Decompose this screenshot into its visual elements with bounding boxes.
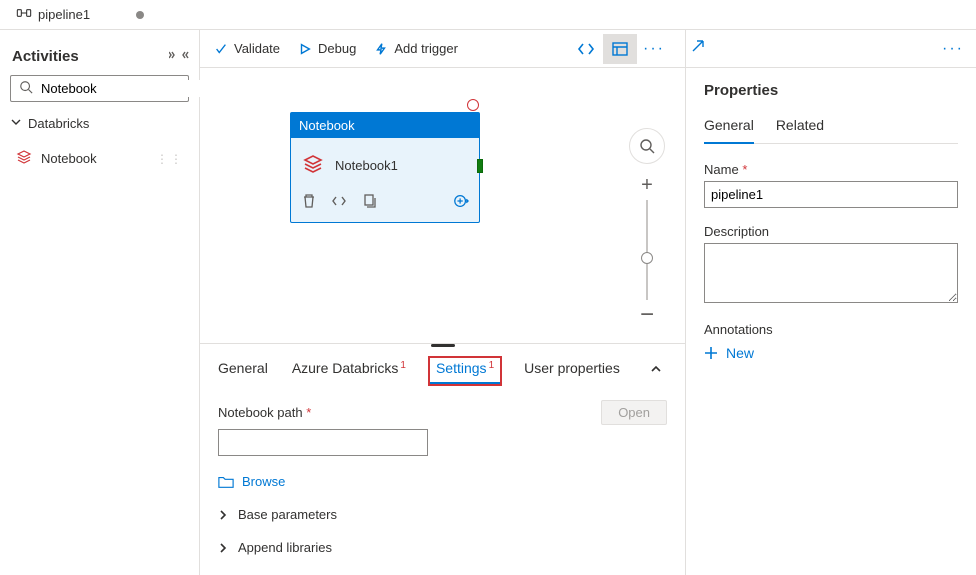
zoom-thumb[interactable] <box>641 252 653 264</box>
pipeline-name-input[interactable] <box>704 181 958 208</box>
validate-label: Validate <box>234 41 280 56</box>
panel-more-button[interactable]: ··· <box>936 40 970 58</box>
fit-zoom-button[interactable] <box>629 128 665 164</box>
append-libraries-label: Append libraries <box>238 540 332 555</box>
properties-panel: ··· Properties General Related Name * De… <box>686 30 976 575</box>
zoom-slider[interactable] <box>646 200 648 300</box>
drag-handle-icon[interactable]: ⋮⋮ <box>156 152 184 166</box>
activities-search-field[interactable] <box>39 80 219 97</box>
expand-panel-button[interactable] <box>690 38 706 59</box>
more-icon: ··· <box>643 40 665 58</box>
activities-collapse-button[interactable] <box>169 49 189 64</box>
pipeline-description-input[interactable] <box>704 243 958 303</box>
detail-collapse-button[interactable] <box>643 356 669 385</box>
notebook-path-input[interactable] <box>218 429 428 456</box>
properties-tab-general[interactable]: General <box>704 113 754 143</box>
detail-tab-general[interactable]: General <box>216 354 270 386</box>
delete-node-button[interactable] <box>301 193 317 214</box>
activity-item-label: Notebook <box>41 151 97 166</box>
zoom-out-button[interactable]: − <box>629 300 665 330</box>
activity-detail-panel: General Azure Databricks1 Settings1 User… <box>200 343 685 575</box>
chevron-double-icon <box>169 49 189 64</box>
copy-node-button[interactable] <box>361 193 377 214</box>
annotations-label: Annotations <box>704 322 958 337</box>
app-root: pipeline1 Activities <box>0 0 976 575</box>
notebook-path-label: Notebook path * <box>218 405 311 420</box>
node-type-label: Notebook <box>291 113 479 138</box>
validate-button[interactable]: Validate <box>214 41 280 56</box>
browse-button[interactable]: Browse <box>218 474 667 489</box>
canvas-node-notebook[interactable]: Notebook Notebook1 <box>290 112 480 223</box>
category-label: Databricks <box>28 116 89 131</box>
validation-badge: 1 <box>489 360 495 371</box>
properties-heading: Properties <box>704 82 958 99</box>
zoom-controls: + − <box>629 128 665 330</box>
detail-tab-user-properties[interactable]: User properties <box>522 354 622 386</box>
pipeline-icon <box>16 5 32 24</box>
validation-badge: 1 <box>400 360 406 371</box>
center-column: Validate Debug Add trigger <box>200 30 686 575</box>
unsaved-dot-icon <box>136 11 144 19</box>
debug-label: Debug <box>318 41 356 56</box>
browse-label: Browse <box>242 474 285 489</box>
debug-button[interactable]: Debug <box>298 41 356 56</box>
properties-toggle-button[interactable] <box>603 34 637 64</box>
pipeline-canvas[interactable]: Notebook Notebook1 <box>200 68 685 343</box>
search-icon <box>19 80 33 97</box>
code-view-button[interactable] <box>569 34 603 64</box>
add-trigger-button[interactable]: Add trigger <box>374 41 458 56</box>
chevron-down-icon <box>10 116 22 131</box>
detail-tab-azure-databricks[interactable]: Azure Databricks1 <box>290 354 408 386</box>
base-parameters-expander[interactable]: Base parameters <box>218 507 667 522</box>
add-trigger-label: Add trigger <box>394 41 458 56</box>
node-expand-button[interactable] <box>453 193 469 214</box>
node-output-port[interactable] <box>477 159 483 173</box>
pipeline-toolbar: Validate Debug Add trigger <box>200 30 685 68</box>
editor-tabstrip: pipeline1 <box>0 0 976 30</box>
new-annotation-button[interactable]: New <box>704 345 958 361</box>
notebook-icon <box>15 148 33 169</box>
base-parameters-label: Base parameters <box>238 507 337 522</box>
zoom-in-button[interactable]: + <box>629 170 665 200</box>
node-error-indicator-icon <box>467 99 479 111</box>
properties-tab-related[interactable]: Related <box>776 113 824 143</box>
activities-search-input[interactable] <box>10 75 189 102</box>
node-code-button[interactable] <box>331 193 347 214</box>
append-libraries-expander[interactable]: Append libraries <box>218 540 667 555</box>
detail-tabs: General Azure Databricks1 Settings1 User… <box>200 348 685 386</box>
activities-category-databricks[interactable]: Databricks <box>10 116 189 131</box>
pipeline-tab[interactable]: pipeline1 <box>6 0 154 29</box>
more-button[interactable]: ··· <box>637 34 671 64</box>
description-label: Description <box>704 224 958 239</box>
detail-tab-settings[interactable]: Settings1 <box>428 356 502 386</box>
name-label: Name * <box>704 162 958 177</box>
activities-heading: Activities <box>12 48 79 65</box>
activities-panel: Activities <box>0 30 200 575</box>
node-name: Notebook1 <box>335 158 398 173</box>
open-notebook-button[interactable]: Open <box>601 400 667 425</box>
new-label: New <box>726 345 754 361</box>
pipeline-tab-title: pipeline1 <box>38 7 90 22</box>
activity-item-notebook[interactable]: Notebook ⋮⋮ <box>10 141 189 176</box>
notebook-icon <box>301 152 325 179</box>
